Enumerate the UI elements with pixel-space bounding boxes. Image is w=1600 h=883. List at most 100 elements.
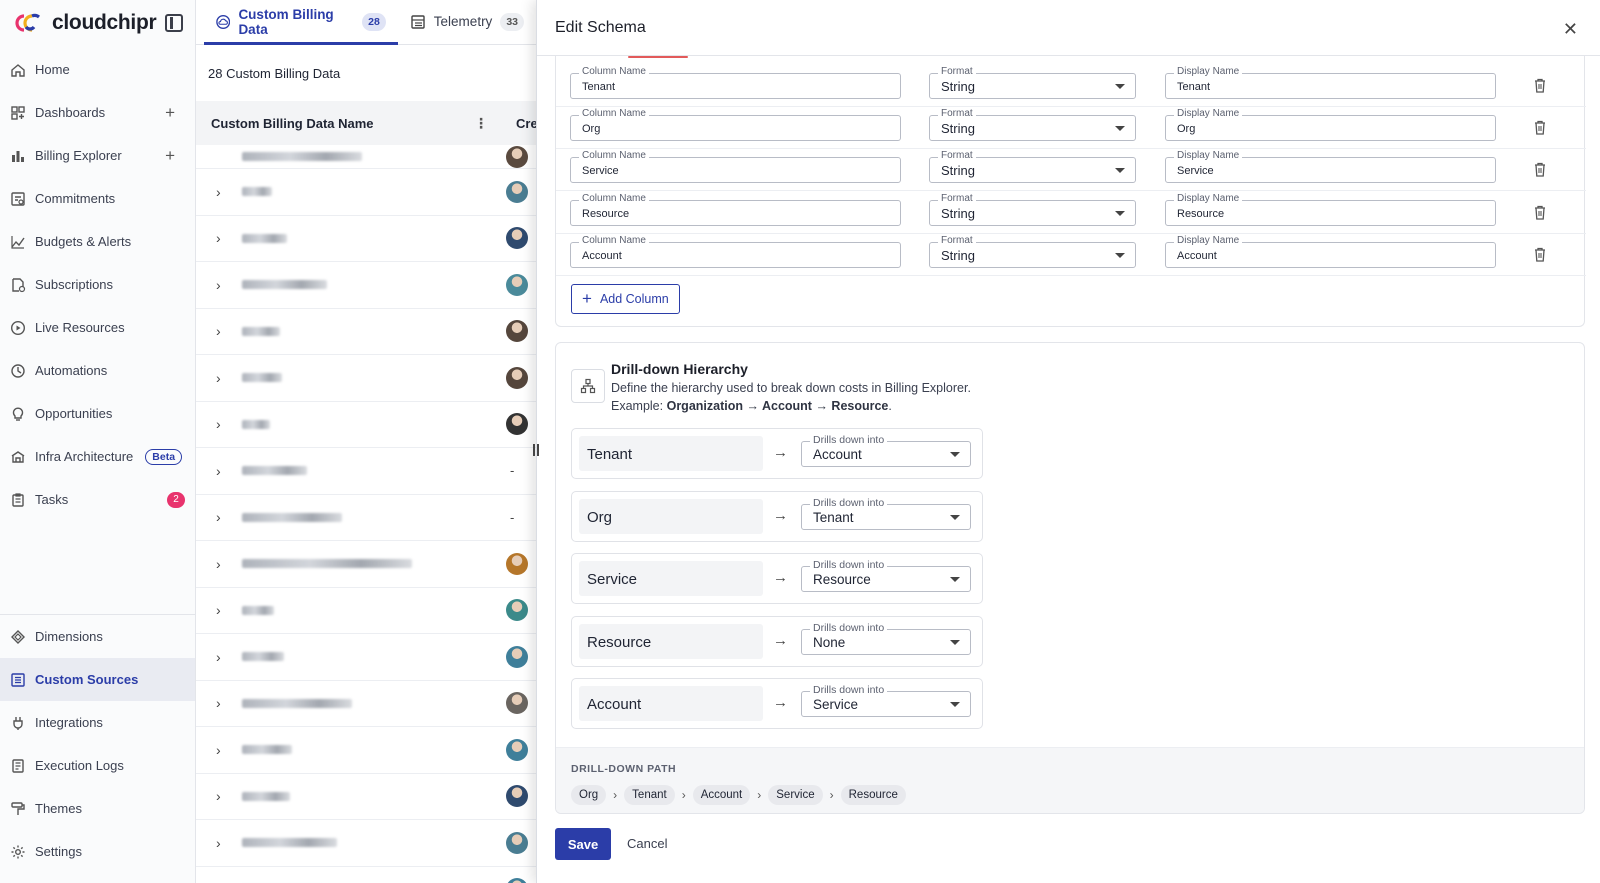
redacted-name <box>242 187 272 197</box>
add-column-button[interactable]: + Add Column <box>571 284 680 314</box>
chevron-right-icon[interactable]: › <box>216 184 221 200</box>
chevron-right-icon[interactable]: › <box>216 463 221 479</box>
display-name-field[interactable]: Display Name Account <box>1165 234 1496 268</box>
table-row[interactable]: › <box>196 867 536 883</box>
drills-down-into-select[interactable]: Drills down into Account <box>801 434 971 467</box>
delete-icon[interactable] <box>1534 162 1546 178</box>
column-name-field[interactable]: Column Name Org <box>570 108 901 142</box>
column-name-field[interactable]: Column Name Resource <box>570 192 901 226</box>
chevron-right-icon[interactable]: › <box>216 230 221 246</box>
sidebar-item-integrations[interactable]: Integrations <box>0 701 195 744</box>
sidebar-item-commitments[interactable]: Commitments <box>0 177 195 220</box>
column-name-field[interactable]: Column Name Tenant <box>570 66 901 99</box>
column-menu-icon[interactable]: ⋮ <box>474 115 488 132</box>
table-row[interactable]: › <box>196 262 536 309</box>
delete-icon[interactable] <box>1534 247 1546 262</box>
table-row[interactable]: › <box>196 727 536 774</box>
display-name-field[interactable]: Display Name Resource <box>1165 192 1496 226</box>
display-name-field[interactable]: Display Name Org <box>1165 108 1496 142</box>
table-row[interactable]: › <box>196 216 536 262</box>
sidebar-item-dashboards[interactable]: Dashboards + <box>0 91 195 134</box>
display-name-value: Service <box>1177 165 1214 178</box>
table-row[interactable] <box>196 145 536 169</box>
format-select[interactable]: Format String <box>929 108 1136 142</box>
hierarchy-level-name: Tenant <box>579 436 763 471</box>
format-select[interactable]: Format String <box>929 192 1136 226</box>
format-select[interactable]: Format String <box>929 66 1136 99</box>
format-select[interactable]: Format String <box>929 150 1136 184</box>
sidebar-item-label: Automations <box>35 363 108 378</box>
sidebar-item-tasks[interactable]: Tasks 2 <box>0 478 195 521</box>
add-icon[interactable]: + <box>165 103 175 123</box>
drills-down-into-select[interactable]: Drills down into Tenant <box>801 496 971 530</box>
column-header-name[interactable]: Custom Billing Data Name <box>211 116 374 131</box>
tab-label: Telemetry <box>433 14 493 29</box>
add-icon[interactable]: + <box>165 146 175 166</box>
column-name-field[interactable]: Column Name Account <box>570 234 901 268</box>
save-button[interactable]: Save <box>555 828 611 860</box>
column-name-field[interactable]: Column Name Service <box>570 150 901 184</box>
chevron-right-icon[interactable]: › <box>216 788 221 804</box>
tab-telemetry[interactable]: Telemetry 33 <box>398 0 536 44</box>
chevron-right-icon[interactable]: › <box>216 742 221 758</box>
sidebar-item-opportunities[interactable]: Opportunities <box>0 392 195 435</box>
sidebar-collapse-icon[interactable] <box>165 14 183 32</box>
chevron-right-icon[interactable]: › <box>216 277 221 293</box>
avatar <box>506 645 528 668</box>
sidebar-item-infra-architecture[interactable]: Infra Architecture Beta <box>0 435 195 478</box>
table-row[interactable]: › <box>196 774 536 820</box>
cancel-button[interactable]: Cancel <box>627 836 667 851</box>
chevron-right-icon[interactable]: › <box>216 323 221 339</box>
table-row[interactable]: › <box>196 681 536 727</box>
sidebar-item-budgets-alerts[interactable]: Budgets & Alerts <box>0 220 195 263</box>
delete-icon[interactable] <box>1534 78 1546 93</box>
drills-down-into-select[interactable]: Drills down into None <box>801 621 971 655</box>
format-select[interactable]: Format String <box>929 234 1136 268</box>
table-row[interactable]: › - <box>196 495 536 541</box>
sidebar-item-dimensions[interactable]: Dimensions <box>0 615 195 658</box>
chevron-right-icon[interactable]: › <box>216 695 221 711</box>
sidebar-item-settings[interactable]: Settings <box>0 830 195 873</box>
tab-custom-billing-data[interactable]: Custom Billing Data 28 <box>204 0 398 45</box>
table-row[interactable]: › <box>196 634 536 681</box>
table-row[interactable]: › <box>196 355 536 402</box>
table-row[interactable]: › - <box>196 448 536 495</box>
sidebar-item-execution-logs[interactable]: Execution Logs <box>0 744 195 787</box>
chevron-right-icon[interactable]: › <box>216 602 221 618</box>
sidebar-item-billing-explorer[interactable]: Billing Explorer + <box>0 134 195 177</box>
delete-icon[interactable] <box>1534 205 1546 220</box>
cloudchipr-logo-icon <box>12 12 44 34</box>
column-name-label: Column Name <box>579 150 649 162</box>
sidebar-item-themes[interactable]: Themes <box>0 787 195 830</box>
delete-icon[interactable] <box>1534 120 1546 135</box>
resize-handle-icon[interactable] <box>533 444 539 456</box>
chevron-right-icon[interactable]: › <box>216 509 221 525</box>
table-row[interactable]: › <box>196 402 536 448</box>
sidebar-item-automations[interactable]: Automations <box>0 349 195 392</box>
sidebar-item-subscriptions[interactable]: Subscriptions <box>0 263 195 306</box>
chevron-right-icon[interactable]: › <box>216 649 221 665</box>
sidebar-item-label: Live Resources <box>35 320 125 335</box>
sidebar-item-custom-sources[interactable]: Custom Sources <box>0 658 195 701</box>
display-name-field[interactable]: Display Name Service <box>1165 150 1496 184</box>
chevron-right-icon[interactable]: › <box>216 835 221 851</box>
drills-down-into-select[interactable]: Drills down into Resource <box>801 559 971 592</box>
sidebar-item-live-resources[interactable]: Live Resources <box>0 306 195 349</box>
table-row[interactable]: › <box>196 588 536 634</box>
chevron-right-icon[interactable]: › <box>216 416 221 432</box>
chevron-right-icon[interactable]: › <box>216 370 221 386</box>
table-row[interactable]: › <box>196 169 536 216</box>
sidebar-item-home[interactable]: Home <box>0 48 195 91</box>
panel-title: Edit Schema <box>555 18 646 36</box>
chevron-right-icon[interactable]: › <box>216 556 221 572</box>
table-row[interactable]: › <box>196 309 536 355</box>
table-row[interactable]: › <box>196 541 536 588</box>
column-header-created[interactable]: Crea <box>516 116 536 131</box>
home-icon <box>11 63 25 77</box>
table-row[interactable]: › <box>196 820 536 867</box>
redacted-name <box>242 791 290 801</box>
display-name-field[interactable]: Display Name Tenant <box>1165 66 1496 99</box>
close-icon[interactable]: ✕ <box>1563 19 1578 40</box>
drills-down-into-select[interactable]: Drills down into Service <box>801 684 971 717</box>
hierarchy-level-row: Org → Drills down into Tenant <box>571 490 983 542</box>
